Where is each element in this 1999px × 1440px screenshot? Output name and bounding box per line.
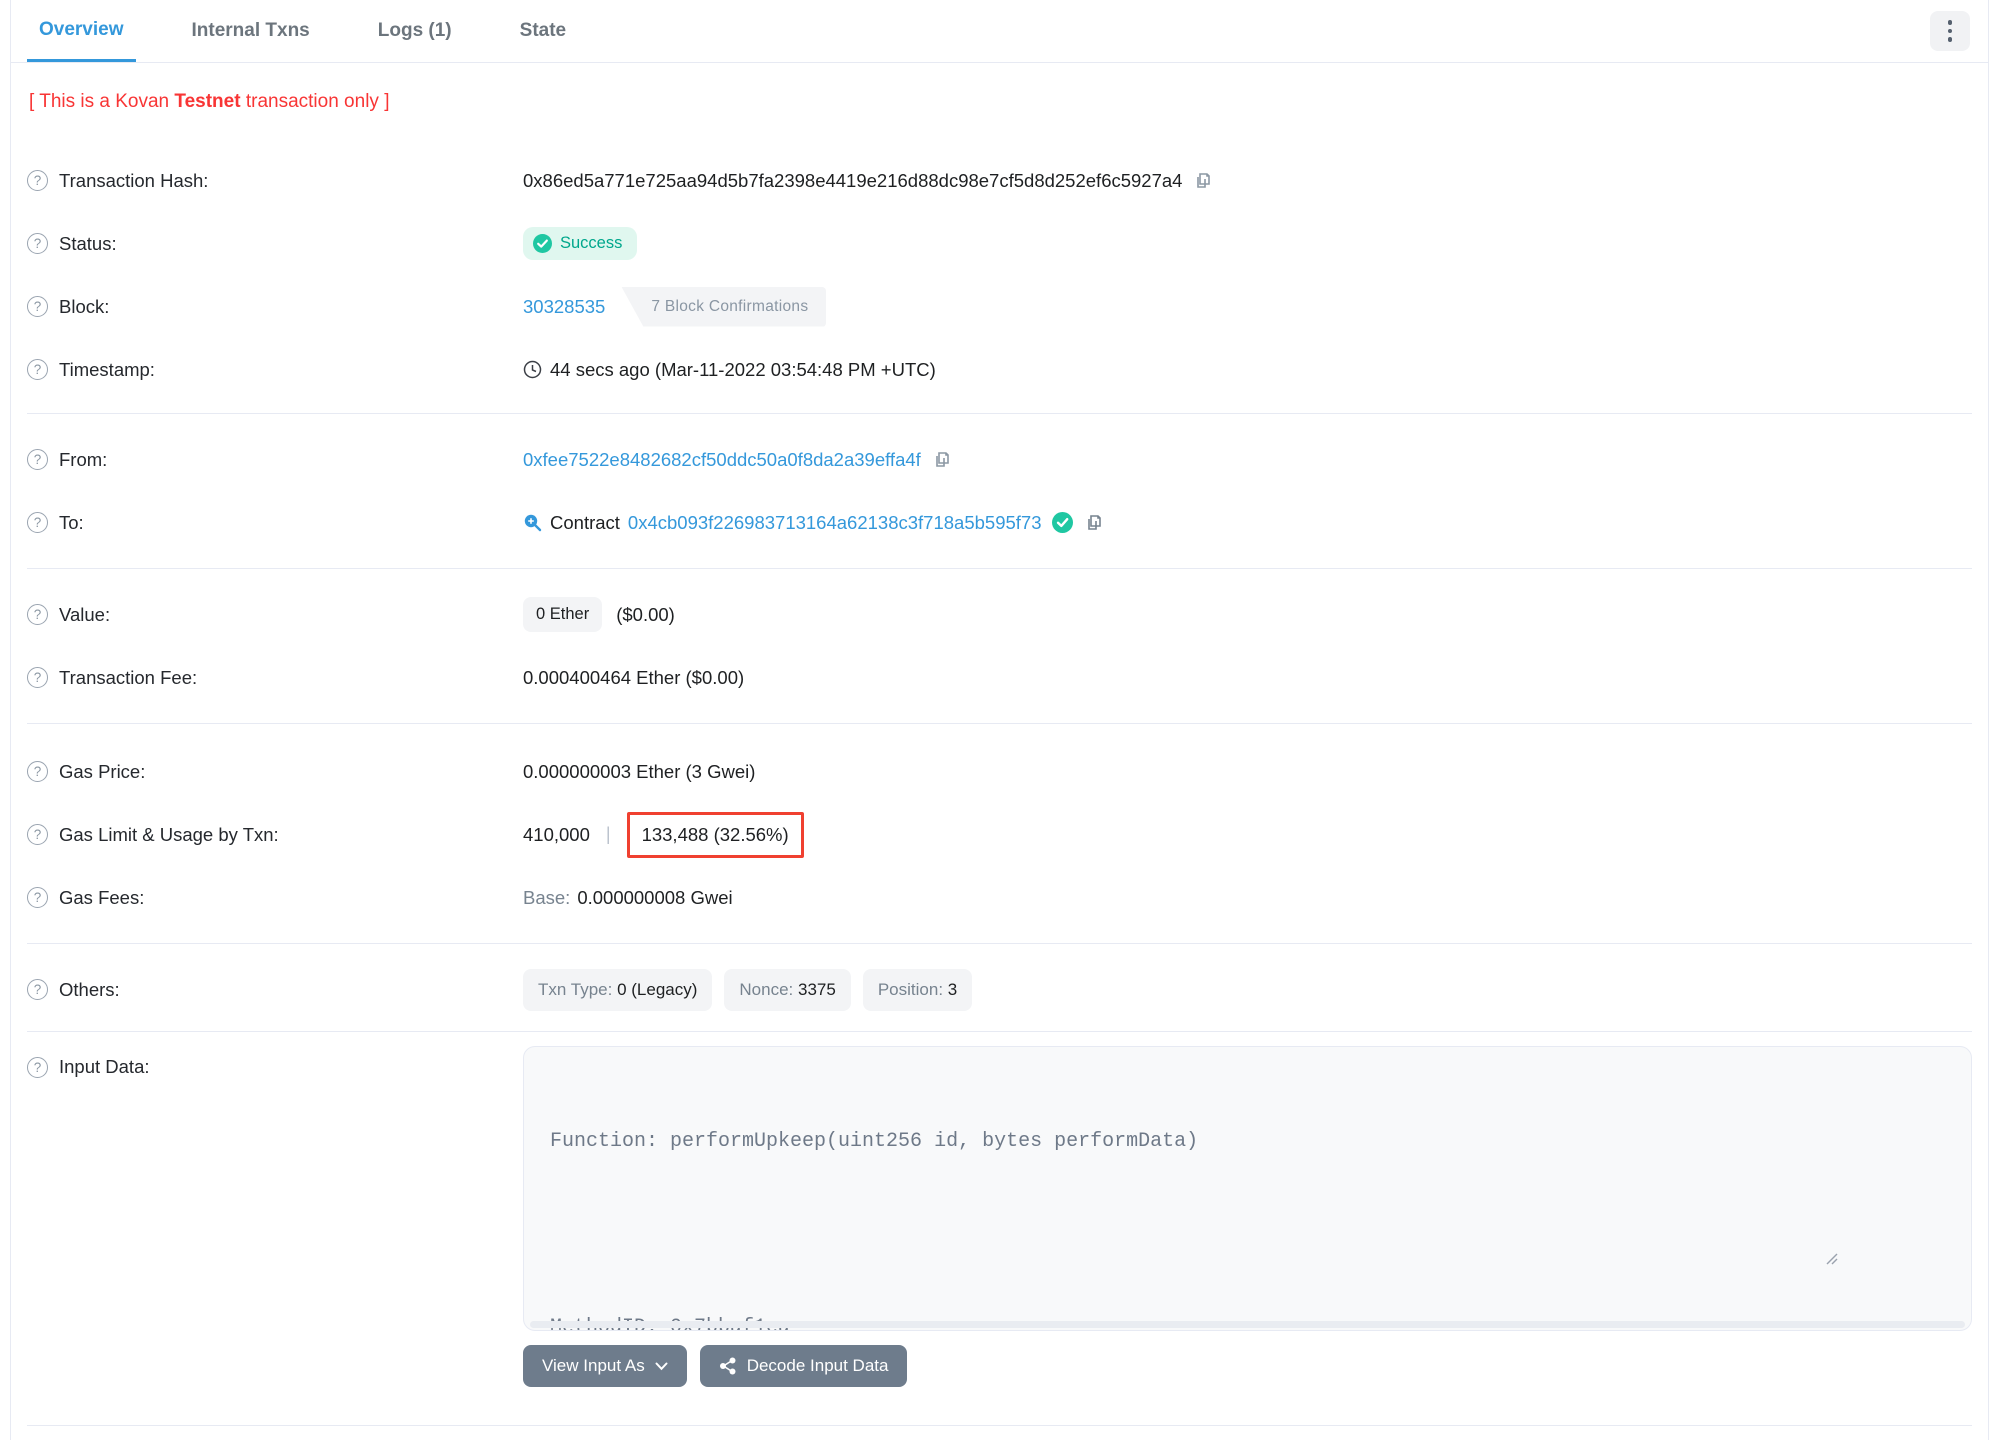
row-others: Others: Txn Type: 0 (Legacy) Nonce: 3375… xyxy=(27,958,1972,1021)
copy-icon[interactable] xyxy=(931,450,951,470)
from-label: From: xyxy=(59,448,108,470)
input-actions: View Input As Decode Input Data xyxy=(523,1345,1972,1387)
from-address-link[interactable]: 0xfee7522e8482682cf50ddc50a0f8da2a39effa… xyxy=(523,449,921,471)
gas-fees-label: Gas Fees: xyxy=(59,886,145,908)
txn-type-badge: Txn Type: 0 (Legacy) xyxy=(523,968,713,1011)
row-value: Value: 0 Ether ($0.00) xyxy=(27,583,1972,646)
row-to: To: Contract 0x4cb093f226983713164a62138… xyxy=(27,491,1972,554)
help-icon[interactable] xyxy=(27,512,48,533)
transaction-card: Overview Internal Txns Logs (1) State [ … xyxy=(10,0,1989,1440)
transaction-hash-label: Transaction Hash: xyxy=(59,169,209,191)
nonce-badge: Nonce: 3375 xyxy=(724,968,851,1011)
help-icon[interactable] xyxy=(27,604,48,625)
tab-state[interactable]: State xyxy=(508,0,578,62)
resize-grip-icon[interactable] xyxy=(1824,1189,1968,1327)
gas-price-label: Gas Price: xyxy=(59,760,146,782)
help-icon[interactable] xyxy=(27,761,48,782)
block-label: Block: xyxy=(59,295,110,317)
position-badge: Position: 3 xyxy=(862,968,973,1011)
help-icon[interactable] xyxy=(27,233,48,254)
section-input-data: Input Data: Function: performUpkeep(uint… xyxy=(27,1031,1972,1425)
value-label: Value: xyxy=(59,603,111,625)
help-icon[interactable] xyxy=(27,296,48,317)
base-fee-label: Base: xyxy=(523,886,571,908)
to-address-link[interactable]: 0x4cb093f226983713164a62138c3f718a5b595f… xyxy=(628,512,1042,534)
kebab-menu-button[interactable] xyxy=(1930,11,1970,51)
help-icon[interactable] xyxy=(27,979,48,1000)
row-status: Status: Success xyxy=(27,212,1972,275)
help-icon[interactable] xyxy=(27,824,48,845)
overview-panel: [ This is a Kovan Testnet transaction on… xyxy=(11,63,1988,1426)
section-gas: Gas Price: 0.000000003 Ether (3 Gwei) Ga… xyxy=(27,723,1972,943)
gas-price-value: 0.000000003 Ether (3 Gwei) xyxy=(523,760,756,782)
search-plus-icon[interactable] xyxy=(523,513,542,532)
section-from-to: From: 0xfee7522e8482682cf50ddc50a0f8da2a… xyxy=(27,413,1972,568)
help-icon[interactable] xyxy=(27,887,48,908)
row-from: From: 0xfee7522e8482682cf50ddc50a0f8da2a… xyxy=(27,428,1972,491)
copy-icon[interactable] xyxy=(1083,513,1103,533)
others-label: Others: xyxy=(59,978,120,1000)
highlight-box: 133,488 (32.56%) xyxy=(626,811,804,858)
decode-input-data-button[interactable]: Decode Input Data xyxy=(699,1345,908,1387)
testnet-notice: [ This is a Kovan Testnet transaction on… xyxy=(29,91,390,112)
gas-usage-value: 133,488 (32.56%) xyxy=(641,823,789,845)
help-icon[interactable] xyxy=(27,359,48,380)
block-number-link[interactable]: 30328535 xyxy=(523,296,605,318)
status-label: Status: xyxy=(59,232,117,254)
chevron-down-icon xyxy=(655,1362,668,1370)
help-icon[interactable] xyxy=(27,1056,48,1078)
tab-bar: Overview Internal Txns Logs (1) State xyxy=(11,0,1988,63)
status-badge: Success xyxy=(523,227,638,260)
tab-overview[interactable]: Overview xyxy=(27,0,136,62)
section-value-fee: Value: 0 Ether ($0.00) Transaction Fee: … xyxy=(27,568,1972,723)
input-data-textarea[interactable]: Function: performUpkeep(uint256 id, byte… xyxy=(523,1046,1972,1331)
separator: | xyxy=(605,824,611,844)
timestamp-label: Timestamp: xyxy=(59,358,155,380)
value-amount-badge: 0 Ether xyxy=(523,597,603,632)
row-gas-fees: Gas Fees: Base: 0.000000008 Gwei xyxy=(27,866,1972,929)
row-transaction-hash: Transaction Hash: 0x86ed5a771e725aa94d5b… xyxy=(27,149,1972,212)
value-usd: ($0.00) xyxy=(616,603,675,625)
copy-icon[interactable] xyxy=(1192,171,1212,191)
section-hash-status: Transaction Hash: 0x86ed5a771e725aa94d5b… xyxy=(27,129,1972,413)
input-data-label: Input Data: xyxy=(59,1056,150,1077)
gas-limit-value: 410,000 xyxy=(523,823,590,845)
clock-icon xyxy=(523,360,542,379)
bottom-divider xyxy=(27,1425,1972,1426)
transaction-fee-label: Transaction Fee: xyxy=(59,666,198,688)
base-fee-value: 0.000000008 Gwei xyxy=(577,886,733,908)
row-transaction-fee: Transaction Fee: 0.000400464 Ether ($0.0… xyxy=(27,646,1972,709)
timestamp-value: 44 secs ago (Mar-11-2022 03:54:48 PM +UT… xyxy=(550,358,936,380)
row-timestamp: Timestamp: 44 secs ago (Mar-11-2022 03:5… xyxy=(27,338,1972,401)
transaction-hash-value: 0x86ed5a771e725aa94d5b7fa2398e4419e216d8… xyxy=(523,169,1183,191)
block-confirmations-badge: 7 Block Confirmations xyxy=(621,286,827,327)
tab-logs[interactable]: Logs (1) xyxy=(366,0,464,62)
decode-icon xyxy=(719,1357,736,1375)
row-block: Block: 30328535 7 Block Confirmations xyxy=(27,275,1972,338)
row-gas-limit-usage: Gas Limit & Usage by Txn: 410,000 | 133,… xyxy=(27,803,1972,866)
function-signature: Function: performUpkeep(uint256 id, byte… xyxy=(550,1130,1199,1153)
help-icon[interactable] xyxy=(27,170,48,191)
help-icon[interactable] xyxy=(27,667,48,688)
horizontal-scrollbar[interactable] xyxy=(530,1321,1965,1328)
view-input-as-button[interactable]: View Input As xyxy=(523,1345,687,1387)
transaction-fee-value: 0.000400464 Ether ($0.00) xyxy=(523,666,745,688)
to-type: Contract xyxy=(550,511,620,533)
row-input-data: Input Data: Function: performUpkeep(uint… xyxy=(27,1046,1972,1331)
check-circle-icon xyxy=(533,234,552,253)
verified-contract-icon xyxy=(1051,512,1073,533)
row-gas-price: Gas Price: 0.000000003 Ether (3 Gwei) xyxy=(27,740,1972,803)
help-icon[interactable] xyxy=(27,449,48,470)
tab-internal-txns[interactable]: Internal Txns xyxy=(180,0,322,62)
to-label: To: xyxy=(59,511,84,533)
section-others: Others: Txn Type: 0 (Legacy) Nonce: 3375… xyxy=(27,943,1972,1031)
gas-limit-label: Gas Limit & Usage by Txn: xyxy=(59,823,279,845)
